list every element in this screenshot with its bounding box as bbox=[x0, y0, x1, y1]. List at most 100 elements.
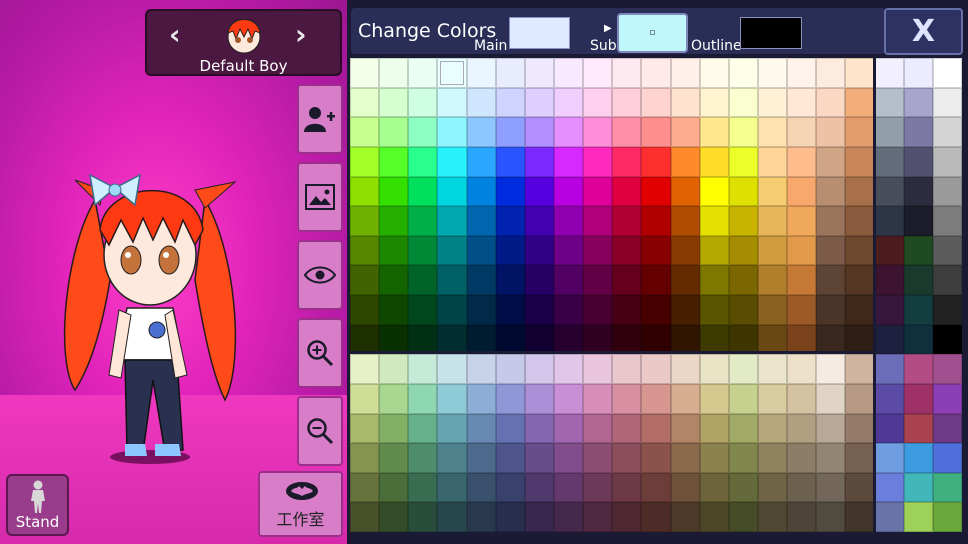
color-swatch[interactable] bbox=[350, 502, 380, 532]
color-swatch[interactable] bbox=[466, 206, 496, 236]
color-swatch[interactable] bbox=[728, 235, 758, 266]
color-swatch[interactable] bbox=[524, 58, 554, 88]
color-swatch[interactable] bbox=[408, 413, 438, 444]
outline-color-swatch[interactable] bbox=[740, 17, 802, 49]
color-swatch[interactable] bbox=[379, 383, 409, 414]
color-swatch[interactable] bbox=[816, 117, 846, 147]
color-swatch[interactable] bbox=[553, 472, 584, 503]
color-swatch[interactable] bbox=[612, 383, 642, 414]
color-swatch[interactable] bbox=[583, 58, 613, 88]
color-swatch[interactable] bbox=[641, 117, 671, 147]
color-swatch[interactable] bbox=[903, 413, 933, 444]
color-swatch[interactable] bbox=[437, 502, 467, 532]
color-swatch[interactable] bbox=[350, 354, 380, 384]
color-swatch[interactable] bbox=[903, 235, 933, 266]
color-swatch[interactable] bbox=[932, 87, 962, 118]
color-swatch[interactable] bbox=[641, 472, 671, 503]
color-swatch[interactable] bbox=[350, 383, 380, 414]
color-swatch[interactable] bbox=[699, 472, 729, 503]
color-swatch[interactable] bbox=[437, 58, 467, 88]
color-swatch[interactable] bbox=[699, 176, 729, 207]
color-swatch[interactable] bbox=[350, 87, 380, 118]
color-swatch[interactable] bbox=[583, 206, 613, 236]
color-swatch[interactable] bbox=[553, 354, 584, 384]
color-swatch[interactable] bbox=[583, 235, 613, 266]
color-swatch[interactable] bbox=[612, 265, 642, 295]
color-swatch[interactable] bbox=[757, 502, 788, 532]
color-swatch[interactable] bbox=[437, 472, 467, 503]
color-swatch[interactable] bbox=[641, 383, 671, 414]
color-swatch[interactable] bbox=[816, 383, 846, 414]
color-swatch[interactable] bbox=[466, 87, 496, 118]
color-swatch[interactable] bbox=[641, 324, 671, 355]
color-swatch[interactable] bbox=[583, 354, 613, 384]
color-swatch[interactable] bbox=[874, 295, 904, 325]
color-swatch[interactable] bbox=[495, 472, 525, 503]
color-swatch[interactable] bbox=[641, 87, 671, 118]
color-swatch[interactable] bbox=[466, 324, 496, 355]
color-swatch[interactable] bbox=[495, 354, 525, 384]
color-swatch[interactable] bbox=[466, 265, 496, 295]
color-swatch[interactable] bbox=[845, 235, 875, 266]
character-figure[interactable] bbox=[55, 160, 245, 470]
color-swatch[interactable] bbox=[670, 265, 700, 295]
color-swatch[interactable] bbox=[728, 176, 758, 207]
color-swatch[interactable] bbox=[787, 443, 817, 473]
color-swatch[interactable] bbox=[350, 235, 380, 266]
chevron-left-icon[interactable]: ‹ bbox=[169, 21, 181, 49]
color-swatch[interactable] bbox=[816, 354, 846, 384]
color-swatch[interactable] bbox=[495, 383, 525, 414]
color-swatch[interactable] bbox=[466, 443, 496, 473]
color-swatch[interactable] bbox=[787, 502, 817, 532]
color-swatch[interactable] bbox=[437, 354, 467, 384]
color-swatch[interactable] bbox=[932, 235, 962, 266]
color-swatch[interactable] bbox=[932, 295, 962, 325]
color-swatch[interactable] bbox=[874, 58, 904, 88]
color-swatch[interactable] bbox=[845, 146, 875, 177]
color-swatch[interactable] bbox=[670, 87, 700, 118]
color-swatch[interactable] bbox=[903, 502, 933, 532]
color-swatch[interactable] bbox=[612, 295, 642, 325]
color-swatch[interactable] bbox=[612, 502, 642, 532]
color-swatch[interactable] bbox=[874, 472, 904, 503]
color-swatch[interactable] bbox=[641, 354, 671, 384]
color-swatch[interactable] bbox=[466, 383, 496, 414]
color-swatch[interactable] bbox=[379, 117, 409, 147]
color-swatch[interactable] bbox=[495, 265, 525, 295]
color-swatch[interactable] bbox=[816, 235, 846, 266]
color-swatch[interactable] bbox=[612, 87, 642, 118]
color-swatch[interactable] bbox=[379, 265, 409, 295]
color-swatch[interactable] bbox=[350, 413, 380, 444]
color-swatch[interactable] bbox=[408, 472, 438, 503]
color-swatch[interactable] bbox=[787, 265, 817, 295]
color-swatch[interactable] bbox=[379, 176, 409, 207]
color-swatch[interactable] bbox=[699, 117, 729, 147]
color-swatch[interactable] bbox=[728, 354, 758, 384]
color-swatch[interactable] bbox=[757, 472, 788, 503]
color-swatch[interactable] bbox=[932, 354, 962, 384]
color-swatch[interactable] bbox=[787, 117, 817, 147]
color-swatch[interactable] bbox=[612, 206, 642, 236]
color-swatch[interactable] bbox=[612, 443, 642, 473]
color-swatch[interactable] bbox=[612, 324, 642, 355]
color-swatch[interactable] bbox=[816, 443, 846, 473]
color-swatch[interactable] bbox=[466, 176, 496, 207]
color-swatch[interactable] bbox=[845, 265, 875, 295]
color-swatch[interactable] bbox=[437, 146, 467, 177]
color-swatch[interactable] bbox=[553, 235, 584, 266]
color-swatch[interactable] bbox=[408, 383, 438, 414]
color-swatch[interactable] bbox=[728, 117, 758, 147]
color-swatch[interactable] bbox=[845, 58, 875, 88]
color-swatch[interactable] bbox=[874, 87, 904, 118]
color-swatch[interactable] bbox=[699, 146, 729, 177]
color-swatch[interactable] bbox=[641, 206, 671, 236]
color-swatch[interactable] bbox=[583, 502, 613, 532]
color-swatch[interactable] bbox=[612, 58, 642, 88]
color-swatch[interactable] bbox=[670, 324, 700, 355]
color-swatch[interactable] bbox=[583, 443, 613, 473]
color-swatch[interactable] bbox=[495, 324, 525, 355]
color-swatch[interactable] bbox=[583, 176, 613, 207]
color-swatch[interactable] bbox=[641, 235, 671, 266]
color-swatch[interactable] bbox=[787, 413, 817, 444]
color-swatch[interactable] bbox=[524, 235, 554, 266]
